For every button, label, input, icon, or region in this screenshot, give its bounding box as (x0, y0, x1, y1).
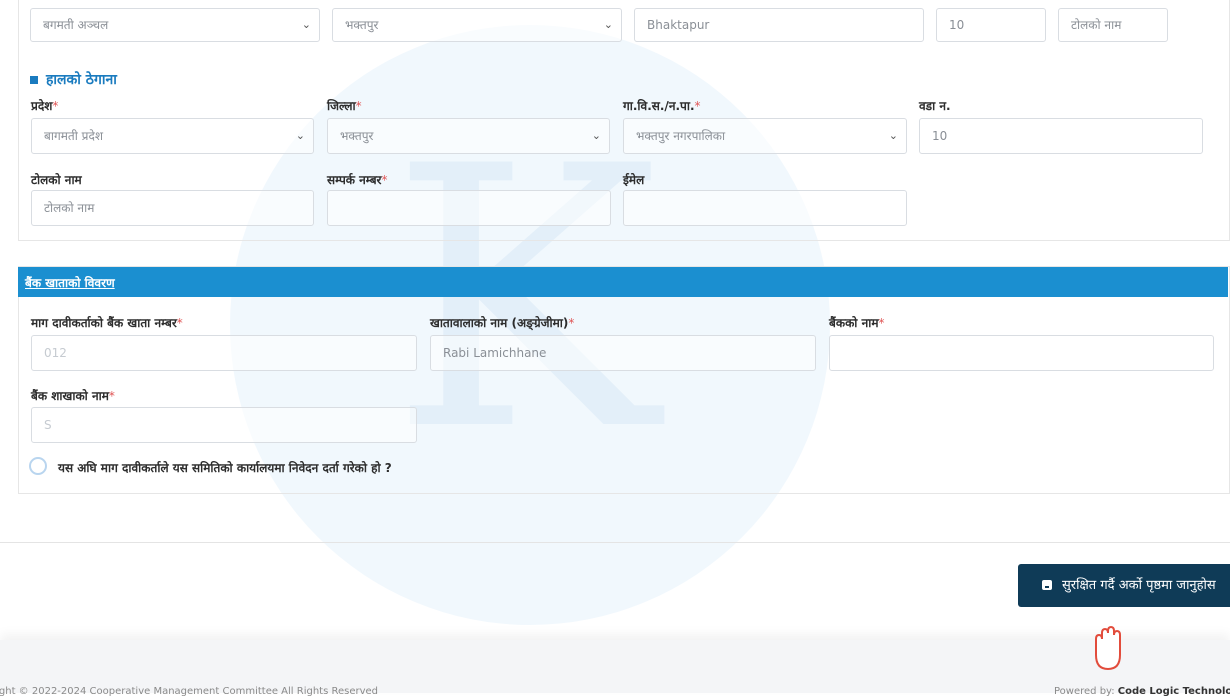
footer-company-link[interactable]: Code Logic Technology (1118, 686, 1230, 697)
permanent-district-value: भक्तपुर (345, 18, 379, 32)
province-label: प्रदेश* (31, 99, 59, 113)
previous-application-question: यस अघि माग दावीकर्ताले यस समितिको कार्या… (58, 461, 392, 475)
permanent-ward-input[interactable]: 10 (936, 8, 1046, 42)
permanent-district-select[interactable]: भक्तपुर ⌄ (332, 8, 622, 42)
branch-label: बैंक शाखाको नाम* (31, 389, 115, 403)
account-number-value: 012 (44, 346, 67, 360)
ward-input[interactable]: 10 (919, 118, 1203, 154)
permanent-municipality-input[interactable]: Bhaktapur (634, 8, 924, 42)
permanent-tole-placeholder: टोलको नाम (1071, 18, 1122, 32)
current-address-heading: हालको ठेगाना (30, 70, 117, 89)
municipality-label: गा.वि.स./न.पा.* (623, 99, 701, 113)
permanent-ward-value: 10 (949, 18, 965, 32)
chevron-down-icon: ⌄ (295, 129, 305, 142)
hand-pointer-icon (1095, 625, 1121, 671)
save-next-button[interactable]: सुरक्षित गर्दै अर्को पृष्ठमा जानुहोस (1018, 564, 1230, 607)
permanent-province-value: बगमती अञ्चल (43, 18, 109, 32)
bank-section-header: बैंक खाताको विवरण (18, 267, 1228, 297)
province-select[interactable]: बागमती प्रदेश ⌄ (31, 118, 314, 154)
district-label: जिल्ला* (327, 99, 362, 113)
branch-value: S (44, 418, 52, 432)
account-number-label: माग दावीकर्ताको बैंक खाता नम्बर* (31, 316, 183, 330)
bank-section-title: बैंक खाताको विवरण (25, 276, 115, 290)
chevron-down-icon: ⌄ (301, 18, 311, 31)
district-value: भक्तपुर (340, 129, 374, 143)
permanent-tole-input[interactable]: टोलको नाम (1058, 8, 1168, 42)
save-next-label: सुरक्षित गर्दै अर्को पृष्ठमा जानुहोस (1062, 578, 1216, 593)
permanent-province-select[interactable]: बगमती अञ्चल ⌄ (30, 8, 320, 42)
permanent-municipality-value: Bhaktapur (647, 18, 710, 32)
account-holder-input[interactable]: Rabi Lamichhane (430, 335, 816, 371)
municipality-value: भक्तपुर नगरपालिका (636, 129, 726, 143)
chevron-down-icon: ⌄ (591, 129, 601, 142)
account-holder-value: Rabi Lamichhane (443, 346, 547, 360)
contact-label: सम्पर्क नम्बर* (327, 173, 388, 187)
email-label: ईमेल (623, 173, 645, 187)
account-number-input[interactable]: 012 (31, 335, 417, 371)
bank-name-input[interactable] (829, 335, 1214, 371)
province-value: बागमती प्रदेश (44, 129, 104, 143)
floppy-disk-icon (1042, 580, 1052, 590)
footer-copyright: right © 2022-2024 Cooperative Management… (0, 686, 379, 697)
district-select[interactable]: भक्तपुर ⌄ (327, 118, 610, 154)
bank-name-label: बैंकको नाम* (829, 316, 885, 330)
previous-application-radio[interactable] (29, 457, 47, 475)
footer-powered-by: Powered by: Code Logic Technology (1054, 686, 1230, 697)
ward-value: 10 (932, 129, 948, 143)
email-input[interactable] (623, 190, 907, 226)
municipality-select[interactable]: भक्तपुर नगरपालिका ⌄ (623, 118, 907, 154)
account-holder-label: खातावालाको नाम (अङ्ग्रेजीमा)* (430, 316, 575, 330)
chevron-down-icon: ⌄ (603, 18, 613, 31)
page: K बगमती अञ्चल ⌄ भक्तपुर ⌄ Bhaktapur 10 ट… (0, 0, 1230, 697)
ward-label: वडा न. (919, 99, 951, 113)
tole-label: टोलको नाम (31, 173, 82, 187)
square-bullet-icon (30, 76, 38, 84)
tole-input[interactable]: टोलको नाम (31, 190, 314, 226)
branch-input[interactable]: S (31, 407, 417, 443)
chevron-down-icon: ⌄ (888, 129, 898, 142)
contact-input[interactable] (327, 190, 611, 226)
divider (0, 542, 1230, 543)
tole-placeholder: टोलको नाम (44, 201, 95, 215)
current-address-title: हालको ठेगाना (46, 72, 117, 88)
